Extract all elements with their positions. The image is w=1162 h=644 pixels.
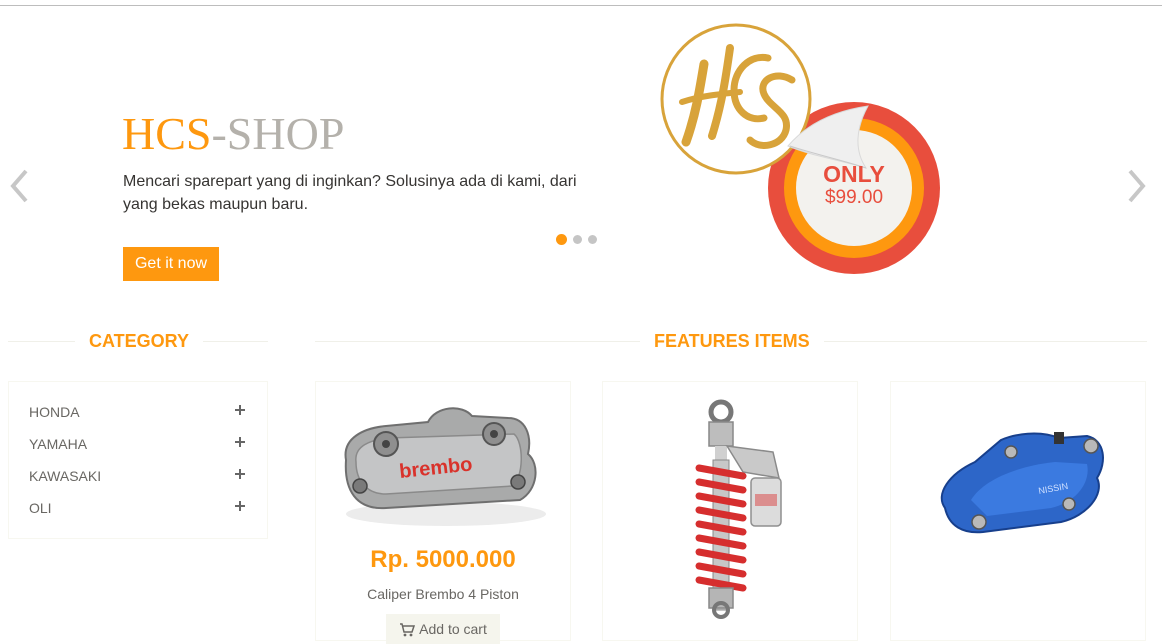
product-price: Rp. 5000.000 xyxy=(370,546,516,573)
shock-absorber-image[interactable] xyxy=(603,382,857,627)
category-label: HONDA xyxy=(29,404,80,420)
category-label: KAWASAKI xyxy=(29,468,102,484)
hcs-logo-with-price-badge: ONLY $99.00 xyxy=(660,18,942,274)
slider-tagline: Mencari sparepart yang di inginkan? Solu… xyxy=(123,173,577,213)
cart-icon xyxy=(400,623,416,637)
plus-icon[interactable] xyxy=(235,469,245,479)
product-card: brembo Rp. 5000.000 Caliper Brembo 4 Pis… xyxy=(315,381,571,644)
add-to-cart-button[interactable]: Add to cart xyxy=(386,614,500,644)
brand-part-shop: -SHOP xyxy=(211,108,345,159)
category-panel: HONDA YAMAHA KAWASAKI OLI xyxy=(8,381,268,539)
plus-icon[interactable] xyxy=(235,437,245,447)
add-to-cart-label: Add to cart xyxy=(419,621,487,637)
hcs-logo-icon xyxy=(660,23,940,274)
category-item-yamaha[interactable]: YAMAHA xyxy=(29,433,249,455)
category-label: OLI xyxy=(29,500,52,516)
slider-prev-arrow-icon[interactable] xyxy=(8,168,32,204)
slider-next-arrow-icon[interactable] xyxy=(1124,168,1148,204)
slider-dot-1[interactable] xyxy=(556,234,567,245)
category-item-kawasaki[interactable]: KAWASAKI xyxy=(29,465,249,487)
slider-brand-title: HCS-SHOP xyxy=(122,108,344,160)
slider-dot-3[interactable] xyxy=(588,235,597,244)
category-title: CATEGORY xyxy=(75,330,204,352)
product-card: NISSIN xyxy=(890,381,1146,641)
plus-icon[interactable] xyxy=(235,405,245,415)
brembo-caliper-image[interactable]: brembo xyxy=(316,382,570,542)
product-card xyxy=(602,381,858,641)
category-item-honda[interactable]: HONDA xyxy=(29,401,249,423)
category-item-oli[interactable]: OLI xyxy=(29,497,249,519)
brand-part-hcs: HCS xyxy=(122,108,212,159)
blue-caliper-image[interactable]: NISSIN xyxy=(891,382,1145,542)
get-it-now-button[interactable]: Get it now xyxy=(123,247,219,281)
plus-icon[interactable] xyxy=(235,501,245,511)
product-name[interactable]: Caliper Brembo 4 Piston xyxy=(316,586,570,602)
category-label: YAMAHA xyxy=(29,436,88,452)
features-title: FEATURES ITEMS xyxy=(640,330,824,352)
slider-dot-2[interactable] xyxy=(573,235,582,244)
badge-only-label: ONLY xyxy=(823,161,885,187)
slider-dots xyxy=(556,234,603,245)
badge-price: $99.00 xyxy=(824,187,884,208)
